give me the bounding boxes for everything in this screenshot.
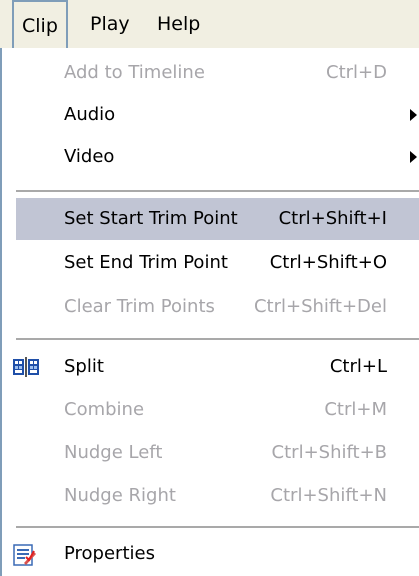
menu-item-shortcut: Ctrl+Shift+O xyxy=(269,252,387,273)
menu-item-split[interactable]: Split Ctrl+L xyxy=(2,346,419,388)
properties-icon xyxy=(12,543,36,566)
menu-item-shortcut: Ctrl+Shift+N xyxy=(270,485,387,506)
menu-item-properties[interactable]: Properties xyxy=(2,533,419,575)
menu-item-clear-trim-points[interactable]: Clear Trim Points Ctrl+Shift+Del xyxy=(2,286,419,328)
menu-item-label: Video xyxy=(64,146,115,167)
menu-item-shortcut: Ctrl+Shift+B xyxy=(271,442,387,463)
menu-bar: Clip Play Help xyxy=(0,0,419,49)
menu-item-label: Combine xyxy=(64,399,145,420)
menu-item-label: Split xyxy=(64,356,104,377)
menu-item-shortcut: Ctrl+Shift+I xyxy=(278,208,387,229)
split-icon xyxy=(12,356,39,378)
menu-item-shortcut: Ctrl+Shift+Del xyxy=(253,296,387,317)
menu-item-shortcut: Ctrl+M xyxy=(324,399,387,420)
menu-item-add-to-timeline[interactable]: Add to Timeline Ctrl+D xyxy=(2,52,419,94)
menu-item-nudge-right[interactable]: Nudge Right Ctrl+Shift+N xyxy=(2,475,419,517)
menu-item-video[interactable]: Video xyxy=(2,136,419,178)
menu-item-label: Nudge Right xyxy=(64,485,176,506)
menu-item-label: Set Start Trim Point xyxy=(64,208,238,229)
menu-item-set-end-trim-point[interactable]: Set End Trim Point Ctrl+Shift+O xyxy=(2,242,419,284)
menu-item-label: Add to Timeline xyxy=(64,62,205,83)
clip-menu-dropdown: Add to Timeline Ctrl+D Audio Video Set S… xyxy=(0,48,419,576)
menu-separator xyxy=(16,338,419,340)
submenu-arrow-icon xyxy=(410,151,417,163)
menu-item-audio[interactable]: Audio xyxy=(2,94,419,136)
menu-item-label: Audio xyxy=(64,104,116,125)
menu-separator xyxy=(16,526,419,528)
menu-item-set-start-trim-point[interactable]: Set Start Trim Point Ctrl+Shift+I xyxy=(16,198,419,240)
menu-item-label: Nudge Left xyxy=(64,442,163,463)
submenu-arrow-icon xyxy=(410,109,417,121)
menu-item-label: Properties xyxy=(64,543,155,564)
menu-item-label: Set End Trim Point xyxy=(64,252,228,273)
menu-item-shortcut: Ctrl+L xyxy=(329,356,387,377)
menu-item-nudge-left[interactable]: Nudge Left Ctrl+Shift+B xyxy=(2,432,419,474)
menu-item-label: Clear Trim Points xyxy=(64,296,215,317)
menu-help[interactable]: Help xyxy=(149,0,208,48)
menu-item-combine[interactable]: Combine Ctrl+M xyxy=(2,389,419,431)
menu-item-shortcut: Ctrl+D xyxy=(326,62,387,83)
menu-clip[interactable]: Clip xyxy=(12,0,68,48)
menu-separator xyxy=(16,190,419,192)
menu-play[interactable]: Play xyxy=(82,0,138,48)
